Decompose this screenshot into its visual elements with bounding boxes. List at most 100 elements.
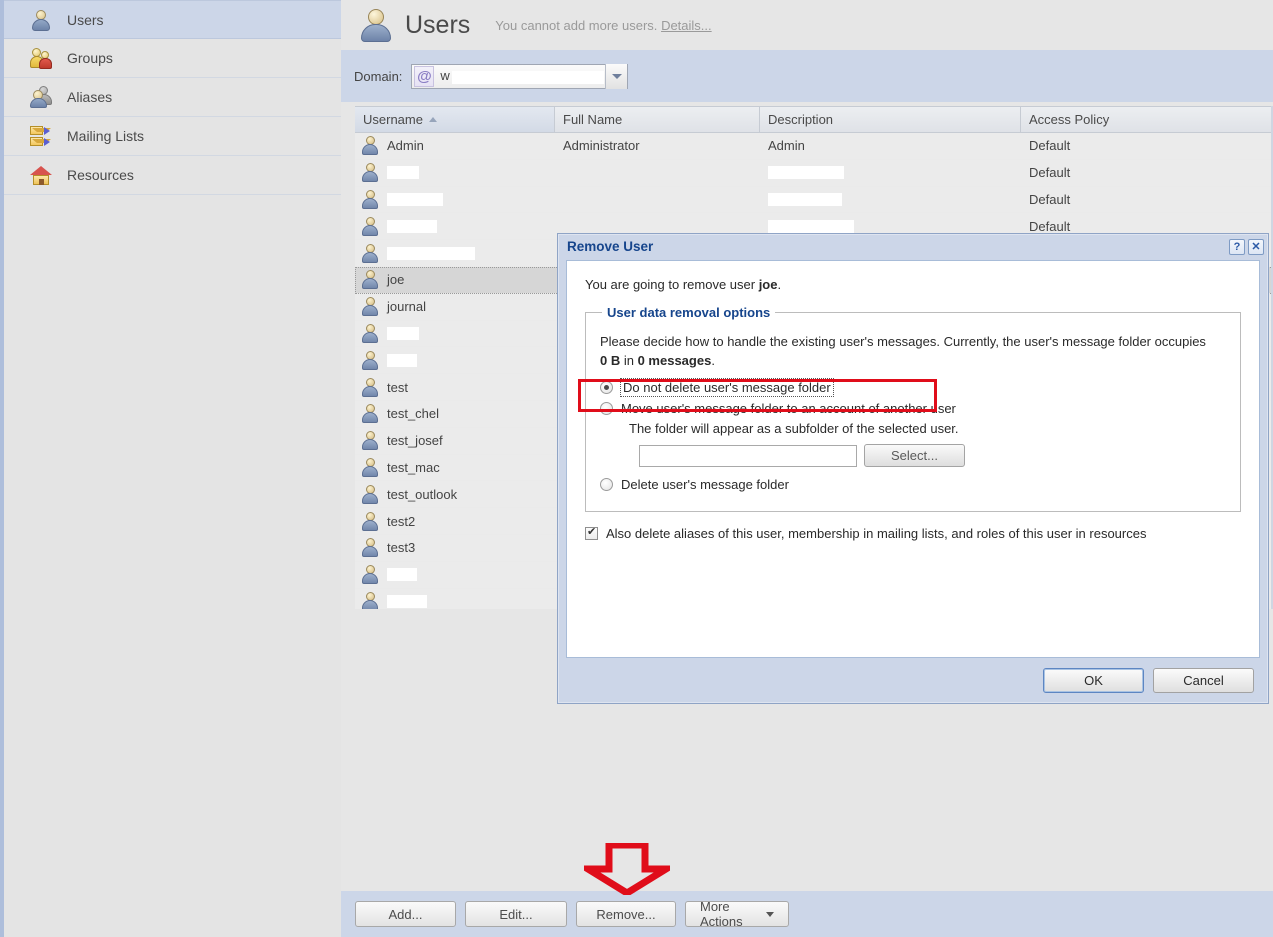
table-cell-fullname xyxy=(555,187,760,213)
radio-label: Move user's message folder to an account… xyxy=(621,401,956,416)
column-header-fullname[interactable]: Full Name xyxy=(555,107,760,132)
table-cell-access: Default xyxy=(1029,191,1071,207)
at-icon: @ xyxy=(414,65,435,87)
table-row[interactable]: Admin Administrator Admin Default xyxy=(355,133,1273,160)
description-mid: in xyxy=(620,353,638,368)
bottom-toolbar: Add... Edit... Remove... More Actions xyxy=(341,891,1273,937)
intro-prefix: You are going to remove user xyxy=(585,277,759,292)
table-cell-username xyxy=(355,589,555,609)
sidebar-item-mailing-lists[interactable]: Mailing Lists xyxy=(4,117,341,156)
radio-button[interactable] xyxy=(600,478,613,491)
user-large-icon xyxy=(359,8,393,42)
select-button[interactable]: Select... xyxy=(864,444,965,467)
username-text: joe xyxy=(387,272,405,288)
column-header-label: Access Policy xyxy=(1029,112,1110,127)
person-icon xyxy=(361,323,379,343)
also-delete-row[interactable]: Also delete aliases of this user, member… xyxy=(585,526,1241,541)
domain-select[interactable]: @ w xyxy=(411,63,629,89)
person-icon xyxy=(361,565,379,585)
chevron-down-icon[interactable] xyxy=(605,63,628,89)
description-line1: Please decide how to handle the existing… xyxy=(600,334,1206,349)
table-cell-access: Default xyxy=(1029,165,1071,181)
close-icon[interactable]: ✕ xyxy=(1248,238,1264,255)
redaction-block xyxy=(451,70,604,84)
aliases-icon xyxy=(30,86,52,108)
intro-username: joe xyxy=(758,277,778,292)
redaction-block xyxy=(387,192,443,206)
radio-option-delete-folder[interactable]: Delete user's message folder xyxy=(600,477,1226,492)
header-note: You cannot add more users. Details... xyxy=(495,18,711,33)
table-cell-username xyxy=(355,240,555,266)
dialog-titlebar: Remove User ? ✕ xyxy=(558,234,1268,259)
table-cell-username xyxy=(355,321,555,347)
person-icon xyxy=(361,377,379,397)
table-row[interactable]: Default xyxy=(355,159,1273,187)
column-header-description[interactable]: Description xyxy=(760,107,1021,132)
column-header-label: Full Name xyxy=(563,112,623,127)
table-cell-username: Admin xyxy=(355,133,555,159)
table-cell-username: journal xyxy=(355,294,555,320)
application-window: Users Groups Aliases Mailing Lists Resou… xyxy=(0,0,1273,937)
redaction-block xyxy=(387,568,417,582)
house-icon xyxy=(30,164,52,186)
sidebar-item-label: Groups xyxy=(67,50,113,66)
table-cell-username: test_outlook xyxy=(355,481,555,507)
redaction-block xyxy=(768,192,842,206)
table-cell-description: Admin xyxy=(768,138,805,154)
username-text: Admin xyxy=(387,138,424,154)
sidebar-item-label: Aliases xyxy=(67,89,113,105)
radio-button[interactable] xyxy=(600,381,613,394)
mailing-list-icon xyxy=(30,125,52,147)
table-row[interactable]: Default xyxy=(355,186,1273,214)
caret-down-icon xyxy=(766,911,774,917)
edit-button[interactable]: Edit... xyxy=(465,901,567,927)
redaction-block xyxy=(387,166,419,180)
username-text: test2 xyxy=(387,513,416,529)
radio-button[interactable] xyxy=(600,402,613,415)
table-cell-username xyxy=(355,187,555,213)
person-icon xyxy=(361,484,379,504)
sidebar-item-users[interactable]: Users xyxy=(4,0,341,39)
folder-size: 0 B xyxy=(600,353,621,368)
table-cell-description xyxy=(760,187,1021,213)
details-link[interactable]: Details... xyxy=(661,18,712,33)
help-icon[interactable]: ? xyxy=(1229,238,1245,255)
person-icon xyxy=(361,216,379,236)
remove-button[interactable]: Remove... xyxy=(576,901,676,927)
table-cell-username: test3 xyxy=(355,535,555,561)
ok-button[interactable]: OK xyxy=(1043,668,1144,693)
cancel-button[interactable]: Cancel xyxy=(1153,668,1254,693)
add-button[interactable]: Add... xyxy=(355,901,456,927)
fieldset-legend: User data removal options xyxy=(607,305,771,320)
person-icon xyxy=(361,591,379,609)
column-header-access-policy[interactable]: Access Policy xyxy=(1021,107,1273,132)
radio-option-move-folder[interactable]: Move user's message folder to an account… xyxy=(600,401,1226,416)
column-header-username[interactable]: Username xyxy=(355,107,555,132)
folder-input[interactable] xyxy=(639,444,857,467)
domain-value-prefix: w xyxy=(440,68,450,84)
person-icon xyxy=(361,457,379,477)
domain-bar: Domain: @ w xyxy=(341,50,1273,102)
domain-value: w xyxy=(440,68,605,84)
column-header-label: Description xyxy=(768,112,834,127)
redaction-block xyxy=(387,326,419,340)
table-cell-username: test2 xyxy=(355,508,555,534)
also-delete-checkbox[interactable] xyxy=(585,526,598,540)
sidebar-item-resources[interactable]: Resources xyxy=(4,156,341,195)
groups-icon xyxy=(30,47,52,69)
user-data-removal-options-fieldset: User data removal options Please decide … xyxy=(585,305,1241,512)
person-icon xyxy=(361,243,379,263)
sidebar-item-groups[interactable]: Groups xyxy=(4,39,341,78)
sidebar-item-aliases[interactable]: Aliases xyxy=(4,78,341,117)
radio-label: Delete user's message folder xyxy=(621,477,789,492)
more-actions-label: More Actions xyxy=(700,899,743,929)
person-icon xyxy=(361,431,379,451)
domain-label: Domain: xyxy=(354,68,403,84)
username-text: journal xyxy=(387,299,427,315)
sidebar-item-label: Mailing Lists xyxy=(67,128,145,144)
more-actions-button[interactable]: More Actions xyxy=(685,899,789,929)
username-text: test xyxy=(387,379,408,395)
dialog-title: Remove User xyxy=(567,239,654,254)
radio-option-do-not-delete[interactable]: Do not delete user's message folder xyxy=(600,378,1226,397)
person-icon xyxy=(361,163,379,183)
